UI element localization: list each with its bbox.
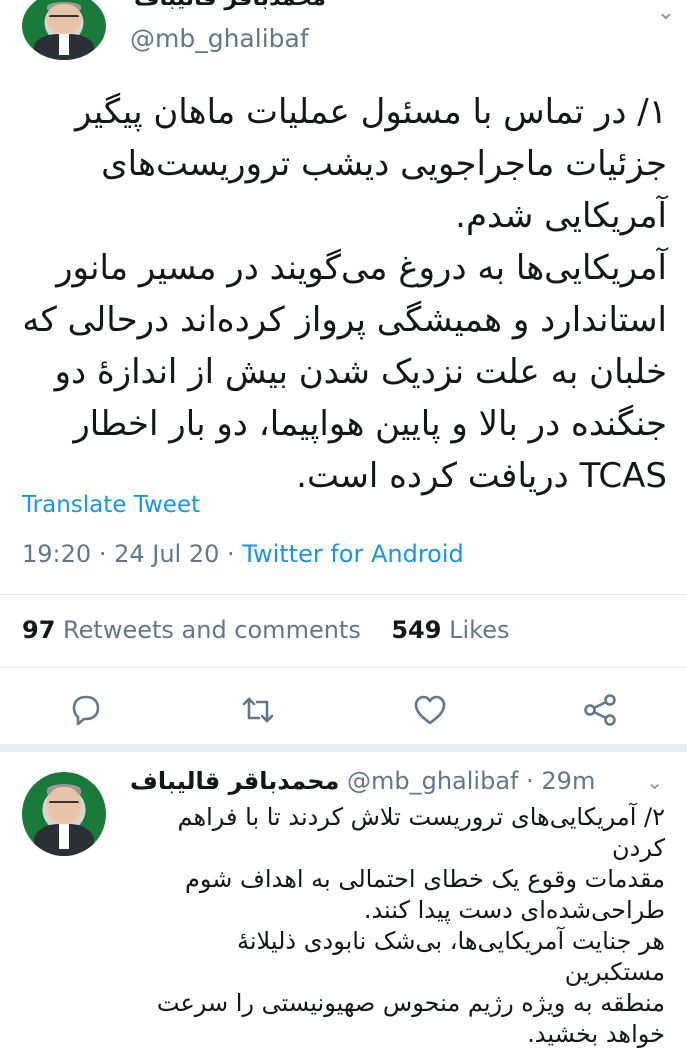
likes-label: Likes: [449, 616, 510, 644]
tweet-text: ۱/ در تماس با مسئول عملیات ماهان پیگیر ج…: [22, 92, 667, 496]
author-handle[interactable]: @mb_ghalibaf: [130, 24, 309, 53]
tweet-date: 24 Jul 20: [114, 540, 220, 568]
tweet-meta: 19:20 · 24 Jul 20 · Twitter for Android: [22, 540, 464, 568]
avatar-shirt: [58, 824, 70, 850]
author-display-name[interactable]: محمدباقر قالیباف: [134, 0, 326, 11]
share-icon: [584, 694, 616, 726]
tweet-source-link[interactable]: Twitter for Android: [242, 540, 463, 568]
chevron-down-icon[interactable]: ⌄: [646, 770, 663, 794]
retweet-button[interactable]: [238, 690, 278, 730]
reply-author-avatar[interactable]: [22, 772, 106, 856]
likes-count: 549: [391, 616, 442, 644]
tweet-stats: 97 Retweets and comments 549 Likes: [22, 616, 509, 644]
reply-icon: [72, 695, 100, 726]
meta-separator: ·: [526, 767, 542, 795]
divider: [0, 667, 687, 668]
section-separator: [0, 744, 687, 752]
meta-separator: ·: [227, 540, 243, 568]
reply-display-name[interactable]: محمدباقر قالیباف: [130, 767, 339, 795]
like-button[interactable]: [410, 690, 450, 730]
translate-tweet-link[interactable]: Translate Tweet: [22, 492, 200, 518]
likes-stat[interactable]: 549 Likes: [391, 616, 509, 644]
retweets-count: 97: [22, 616, 56, 644]
avatar-glasses: [48, 800, 80, 810]
tweet-time: 19:20: [22, 540, 92, 568]
reply-handle[interactable]: @mb_ghalibaf: [347, 767, 519, 795]
author-avatar[interactable]: [22, 0, 106, 60]
avatar-glasses: [48, 15, 80, 22]
reply-header: محمدباقر قالیباف @mb_ghalibaf · 29m: [130, 767, 595, 795]
avatar-shirt: [58, 34, 70, 55]
reply-age: 29m: [541, 767, 596, 795]
retweets-label: Retweets and comments: [63, 616, 361, 644]
share-button[interactable]: [580, 690, 620, 730]
retweets-stat[interactable]: 97 Retweets and comments: [22, 616, 361, 644]
like-icon: [414, 695, 446, 725]
divider: [0, 594, 687, 595]
retweet-icon: [242, 697, 274, 723]
reply-button[interactable]: [66, 690, 106, 730]
meta-separator: ·: [98, 540, 115, 568]
reply-tweet-text: ۲/ آمریکایی‌های تروریست تلاش کردند تا با…: [156, 803, 665, 1048]
chevron-down-icon[interactable]: ⌄: [657, 0, 675, 25]
